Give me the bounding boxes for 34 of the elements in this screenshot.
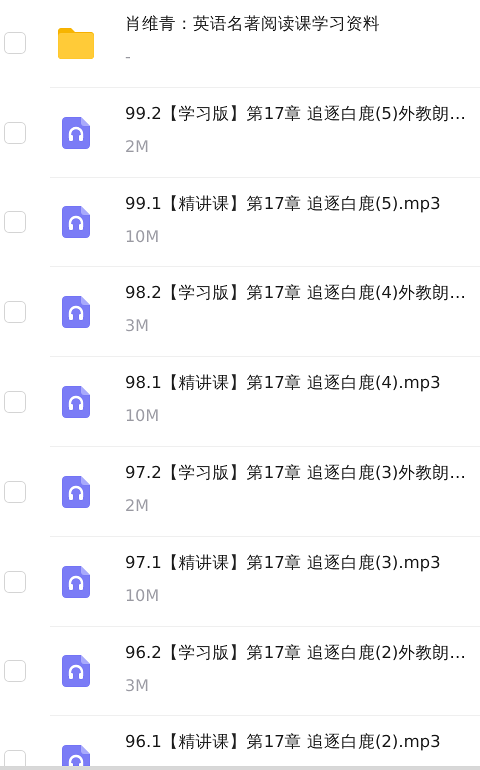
file-size: 10M — [125, 226, 160, 247]
audio-file-icon — [62, 116, 90, 149]
file-size: 3M — [125, 676, 150, 696]
audio-file-icon — [62, 296, 90, 328]
checkbox[interactable] — [4, 480, 26, 503]
file-size: 2M — [125, 136, 150, 157]
audio-file-icon — [62, 206, 90, 238]
file-name[interactable]: 肖维青：英语名著阅读课学习资料 — [125, 13, 380, 35]
file-name[interactable]: 99.2【学习版】第17章 追逐白鹿(5)外教朗… — [125, 102, 466, 125]
audio-file-icon — [62, 476, 90, 508]
checkbox[interactable] — [4, 301, 26, 324]
checkbox[interactable] — [4, 570, 26, 593]
audio-file-icon — [62, 655, 90, 688]
audio-file-icon — [62, 386, 90, 418]
checkbox[interactable] — [4, 32, 26, 54]
file-name[interactable]: 97.1【精讲课】第17章 追逐白鹿(3).mp3 — [125, 552, 441, 574]
checkbox[interactable] — [4, 660, 26, 682]
file-size: 10M — [125, 586, 160, 606]
file-name[interactable]: 97.2【学习版】第17章 追逐白鹿(3)外教朗… — [125, 462, 466, 484]
file-name[interactable]: 98.2【学习版】第17章 追逐白鹿(4)外教朗… — [125, 282, 466, 304]
file-name[interactable]: 98.1【精讲课】第17章 追逐白鹿(4).mp3 — [125, 372, 441, 394]
file-size: 10M — [125, 406, 160, 426]
file-size: - — [125, 47, 132, 67]
audio-file-icon — [62, 566, 90, 598]
file-size: 3M — [125, 316, 150, 336]
file-name[interactable]: 99.1【精讲课】第17章 追逐白鹿(5).mp3 — [125, 192, 441, 215]
checkbox[interactable] — [4, 122, 26, 144]
file-name[interactable]: 96.1【精讲课】第17章 追逐白鹿(2).mp3 — [125, 731, 441, 754]
folder-icon — [58, 26, 94, 59]
checkbox[interactable] — [4, 750, 26, 766]
file-size: 2M — [125, 496, 150, 516]
checkbox[interactable] — [4, 391, 26, 414]
checkbox[interactable] — [4, 211, 26, 234]
file-name[interactable]: 96.2【学习版】第17章 追逐白鹿(2)外教朗… — [125, 642, 466, 664]
